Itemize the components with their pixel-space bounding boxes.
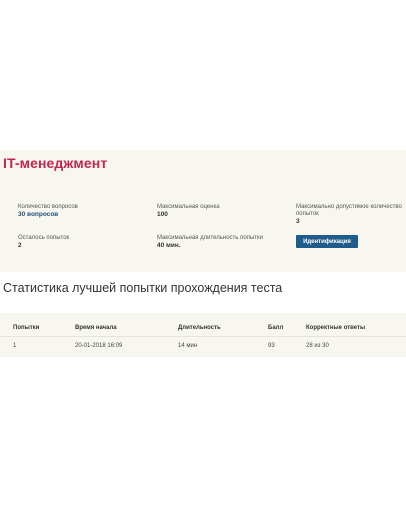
page-title: IT-менеджмент: [3, 155, 108, 171]
table-cell-attempt: 1: [13, 343, 17, 349]
stats-table: [0, 313, 406, 357]
table-cell-duration: 14 мин: [178, 343, 198, 349]
table-cell-start-time: 20-01-2018 16:09: [75, 343, 123, 349]
remaining-attempts-label: Осталось попыток: [18, 235, 70, 241]
questions-count-value: 30 вопросов: [18, 211, 59, 218]
column-header-start-time: Время начала: [75, 325, 117, 331]
max-score-value: 100: [157, 211, 168, 218]
column-header-attempts: Попытки: [13, 325, 40, 331]
stats-section-title: Статистика лучшей попытки прохождения те…: [3, 281, 283, 295]
max-attempts-label: Максимально допустимое количество: [296, 204, 402, 210]
max-duration-value: 40 мин.: [157, 242, 181, 249]
table-cell-correct-answers: 28 из 30: [306, 343, 329, 349]
max-attempts-value: 3: [296, 218, 300, 225]
table-divider: [0, 336, 406, 337]
remaining-attempts-value: 2: [18, 242, 22, 249]
max-attempts-label-cont: попыток: [296, 211, 319, 217]
questions-count-label: Количество вопросов: [18, 204, 78, 210]
column-header-correct-answers: Корректные ответы: [306, 325, 366, 331]
column-header-duration: Длительность: [178, 325, 221, 331]
max-duration-label: Максимальная длительность попытки: [157, 235, 263, 241]
column-header-score: Балл: [268, 325, 284, 331]
max-score-label: Максимальная оценка: [157, 204, 220, 210]
table-cell-score: 93: [268, 343, 275, 349]
identification-button[interactable]: Идентификация: [296, 235, 358, 248]
